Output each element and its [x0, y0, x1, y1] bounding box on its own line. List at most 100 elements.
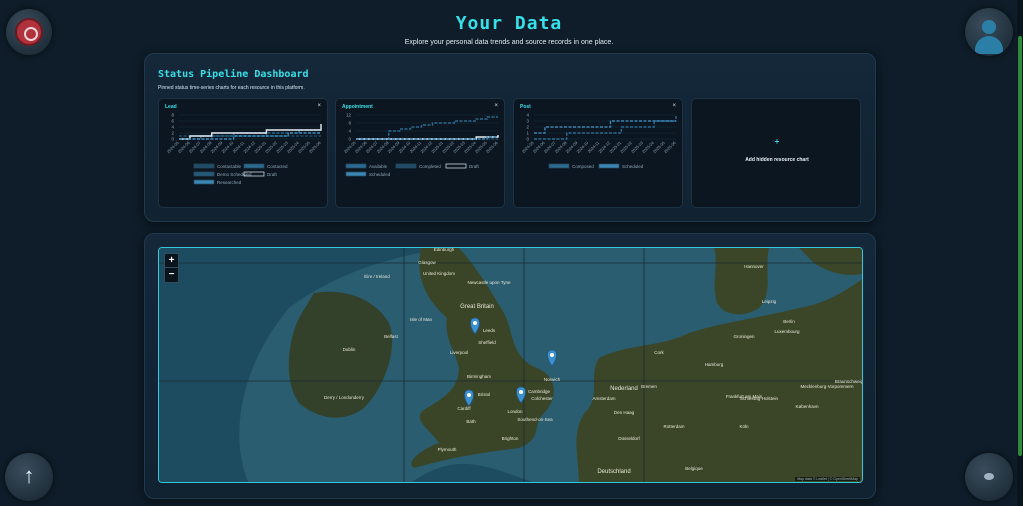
map-place-label: Braunschweig [835, 379, 863, 384]
map-place-label: Luxembourg [774, 329, 800, 334]
y-tick-label: 12 [346, 113, 352, 118]
map-place-label: København [795, 404, 819, 409]
legend-swatch [243, 163, 265, 169]
appointment-chart-card: 12 8 4 0 2024-05 2024-06 2024-07 2024-08 2024-09… [335, 98, 505, 208]
map-place-label: Bath [466, 419, 476, 424]
map-place-label: Cork [654, 350, 664, 355]
map-place-label: Birmingham [467, 374, 491, 379]
x-tick-label: 2025-06 [663, 140, 677, 154]
y-tick-label: 3 [526, 119, 529, 124]
map-place-label: Amsterdam [592, 396, 615, 401]
marker-dot [467, 393, 471, 397]
legend-label: Completed [419, 164, 441, 169]
pipeline-title: Status Pipeline Dashboard [158, 69, 309, 80]
map-place-label: Bristol [478, 392, 491, 397]
legend-label: Contacted [267, 164, 288, 169]
map-place-label: Cambridge [528, 389, 551, 394]
y-tick-label: 2 [171, 131, 174, 136]
map-place-label: Köln [739, 424, 749, 429]
map-place-label: Edinburgh [434, 248, 455, 252]
map-place-label: Colchester [531, 396, 553, 401]
scrollbar-thumb[interactable] [1018, 36, 1022, 456]
map-place-label: Liverpool [450, 350, 468, 355]
scroll-to-top-button[interactable]: ↑ [5, 453, 53, 501]
map-place-label: Leeds [483, 328, 496, 333]
x-tick-label: 2025-06 [485, 140, 499, 154]
y-tick-label: 4 [348, 129, 351, 134]
legend-label: Contactable [217, 164, 242, 169]
legend-swatch [193, 163, 215, 169]
legend-swatch [598, 163, 620, 169]
status-pipeline-panel: Status Pipeline Dashboard Pinned status … [144, 53, 876, 222]
page-scrollbar[interactable] [1017, 0, 1023, 506]
zoom-control: + − [164, 253, 179, 283]
map-place-label: Dublin [343, 347, 356, 352]
post-chart: 432102024-052024-062024-072024-082024-09… [521, 113, 677, 170]
legend-swatch [345, 163, 367, 169]
map-place-label: Berlin [783, 319, 795, 324]
map-place-label: Den Haag [614, 410, 635, 415]
y-tick-label: 8 [348, 121, 351, 126]
map-place-label: Hamburg [705, 362, 724, 367]
add-hidden-chart-label: Add hidden resource chart [745, 157, 809, 163]
marker-dot [550, 353, 554, 357]
map-canvas[interactable]: Edinburgh Glasgow United Kingdom Newcastle … [159, 248, 863, 483]
map-place-label: Rotterdam [663, 424, 684, 429]
map-place-label: Isle of Man [410, 317, 433, 322]
y-tick-label: 6 [171, 119, 174, 124]
lead-chart: 864202024-052024-062024-072024-082024-09… [166, 113, 322, 186]
legend-swatch [445, 163, 467, 169]
legend-label: Composed [572, 164, 594, 169]
legend-swatch [548, 163, 570, 169]
add-hidden-chart-button[interactable]: + Add hidden resource chart [691, 98, 861, 208]
zoom-in-button[interactable]: + [165, 254, 178, 268]
map-place-label: Éire / Ireland [364, 273, 390, 279]
map-place-label: Southend-on-Sea [517, 417, 553, 422]
legend-label: Available [369, 164, 388, 169]
map-place-label: Schleswig-Holstein [740, 396, 779, 401]
post-chart-card: 4 3 2 1 0 2024-05 2024-06 2024-07 2024-08 2024-09… [513, 98, 683, 208]
map-place-label: Plymouth [438, 447, 457, 452]
y-tick-label: 8 [171, 113, 174, 118]
map-place-label: Deutschland [597, 469, 630, 475]
legend-label: Scheduled [369, 172, 391, 177]
legend-swatch [193, 171, 215, 177]
y-tick-label: 0 [171, 137, 174, 142]
chat-button[interactable] [965, 453, 1013, 501]
close-icon[interactable]: × [672, 103, 676, 109]
map-place-label: Belfast [384, 334, 399, 339]
marker-dot [473, 321, 477, 325]
map-place-label: Sheffield [478, 340, 496, 345]
map-place-label: Belgique [685, 466, 703, 471]
y-tick-label: 4 [171, 125, 174, 130]
map-place-label: Groningen [733, 334, 755, 339]
map-place-label: Cardiff [457, 406, 471, 411]
close-icon[interactable]: × [317, 103, 321, 109]
y-tick-label: 4 [526, 113, 529, 118]
map-view[interactable]: Edinburgh Glasgow United Kingdom Newcastle … [158, 247, 863, 483]
series-line [356, 116, 498, 140]
legend-swatch [395, 163, 417, 169]
map-place-label: Nederland [610, 386, 638, 392]
series-line [179, 129, 321, 140]
map-place-label: Glasgow [418, 260, 436, 265]
legend-swatch [345, 171, 367, 177]
zoom-out-button[interactable]: − [165, 268, 178, 282]
map-place-label: Düsseldorf [618, 436, 640, 441]
lead-chart-title: Lead [165, 104, 177, 110]
page-subtitle: Explore your personal data trends and so… [404, 39, 614, 46]
close-icon[interactable]: × [494, 103, 498, 109]
page-title: Your Data [455, 13, 563, 34]
arrow-up-icon: ↑ [23, 463, 35, 488]
legend-swatch [193, 179, 215, 185]
lead-chart-card: 8 6 4 2 0 2024-05 2024-06 2024-07 2024-08 2024-09… [158, 98, 328, 208]
map-place-label: Newcastle upon Tyne [468, 280, 511, 285]
map-place-label: Norwich [544, 377, 561, 382]
pipeline-subtitle: Pinned status time-series charts for eac… [158, 85, 305, 91]
jutland-landmass [714, 248, 769, 315]
legend-label: Researched [217, 180, 242, 185]
map-attribution[interactable]: Map data © Leaflet | © OpenStreetMap [795, 477, 860, 481]
y-tick-label: 1 [526, 131, 529, 136]
legend-label: Draft [469, 164, 480, 169]
x-tick-label: 2025-06 [308, 140, 322, 154]
